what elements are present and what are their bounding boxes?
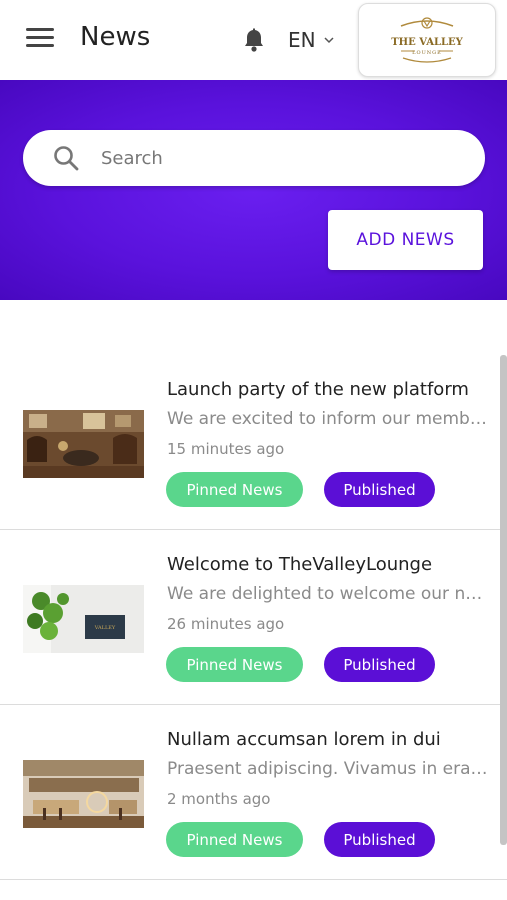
add-news-button[interactable]: ADD NEWS — [328, 210, 483, 270]
brand-logo: THE VALLEY LOUNGE — [358, 3, 496, 77]
news-timestamp: 26 minutes ago — [167, 615, 285, 633]
pinned-badge: Pinned News — [166, 647, 303, 682]
news-description: We are excited to inform our members abo… — [167, 409, 492, 429]
news-thumbnail-bar — [23, 760, 144, 828]
news-item[interactable]: Nullam accumsan lorem in dui Praesent ad… — [0, 705, 507, 880]
news-list: Launch party of the new platform We are … — [0, 355, 507, 880]
language-label: EN — [288, 28, 316, 52]
pinned-badge: Pinned News — [166, 822, 303, 857]
svg-text:LOUNGE: LOUNGE — [412, 50, 442, 56]
pinned-badge: Pinned News — [166, 472, 303, 507]
bell-icon[interactable] — [242, 28, 266, 54]
news-title: Nullam accumsan lorem in dui — [167, 729, 441, 750]
news-timestamp: 15 minutes ago — [167, 440, 285, 458]
news-description: Praesent adipiscing. Vivamus in erat ut … — [167, 759, 492, 779]
status-badge: Published — [324, 647, 435, 682]
language-selector[interactable]: EN — [288, 28, 334, 52]
news-title: Launch party of the new platform — [167, 379, 469, 400]
status-badge: Published — [324, 472, 435, 507]
hamburger-menu-icon[interactable] — [26, 28, 54, 52]
news-title: Welcome to TheValleyLounge — [167, 554, 433, 575]
news-timestamp: 2 months ago — [167, 790, 271, 808]
scrollbar[interactable] — [500, 355, 507, 845]
svg-text:THE VALLEY: THE VALLEY — [391, 37, 463, 48]
news-thumbnail-lounge — [23, 410, 144, 478]
search-bar[interactable] — [23, 130, 485, 186]
status-badge: Published — [324, 822, 435, 857]
app-header: News EN THE VALLEY LOUNGE — [0, 0, 507, 80]
chevron-down-icon — [324, 37, 334, 44]
news-item[interactable]: VALLEY Welcome to TheValleyLounge We are… — [0, 530, 507, 705]
page-title: News — [80, 22, 151, 52]
search-icon — [54, 146, 79, 171]
news-thumbnail-sign: VALLEY — [23, 585, 144, 653]
news-description: We are delighted to welcome our new memb… — [167, 584, 492, 604]
search-input[interactable] — [101, 147, 431, 169]
news-item[interactable]: Launch party of the new platform We are … — [0, 355, 507, 530]
header-banner: ADD NEWS — [0, 80, 507, 300]
svg-text:VALLEY: VALLEY — [94, 625, 116, 631]
